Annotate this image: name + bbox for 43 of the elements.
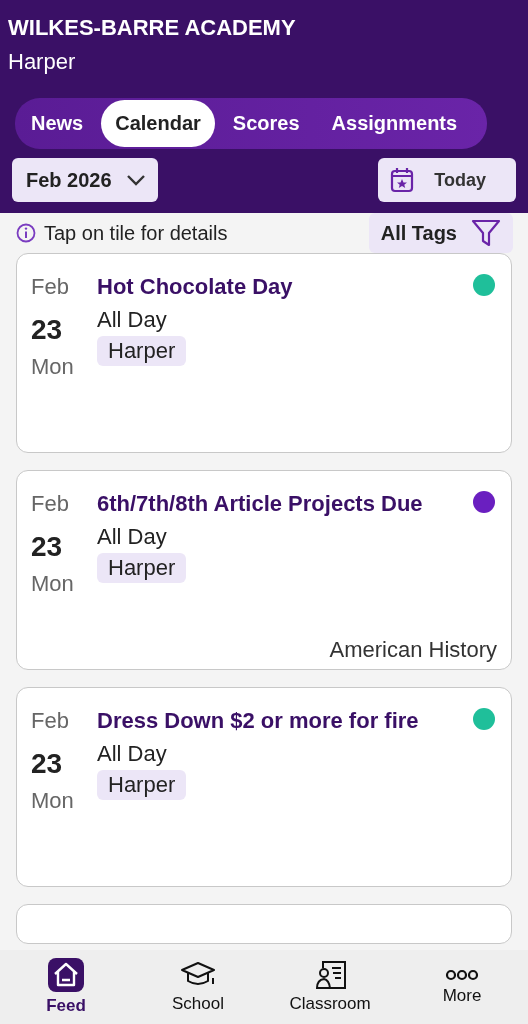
event-month: Feb	[31, 490, 69, 518]
event-time: All Day	[97, 740, 167, 768]
calendar-icon	[390, 167, 415, 193]
event-tag: Harper	[97, 553, 187, 583]
event-tag: Harper	[97, 336, 187, 366]
event-card[interactable]: Feb 23 Mon Hot Chocolate Day All Day Harper	[16, 253, 512, 453]
event-weekday: Mon	[31, 353, 74, 381]
event-title: Hot Chocolate Day	[97, 273, 293, 301]
home-icon	[48, 958, 84, 992]
tag-filter-button[interactable]: All Tags	[368, 213, 513, 253]
hint-text: Tap on tile for details	[44, 221, 228, 245]
event-card[interactable]: Feb 23 Mon 6th/7th/8th Article Projects Due All Day Harper American History	[16, 470, 512, 670]
event-day: 23	[31, 529, 63, 565]
event-tag: Harper	[97, 770, 187, 800]
school-name: WILKES-BARRE ACADEMY	[8, 14, 296, 42]
info-icon	[16, 223, 36, 243]
tab[interactable]: News	[17, 100, 98, 147]
event-month: Feb	[31, 273, 69, 301]
filter-icon	[471, 219, 501, 247]
student-name: Harper	[8, 48, 76, 76]
event-weekday: Mon	[31, 570, 74, 598]
event-day: 23	[31, 746, 63, 782]
nav-item[interactable]: More	[402, 968, 522, 1006]
event-card[interactable]: Feb 23 Mon Dress Down $2 or more for fire All Day Harper	[16, 687, 512, 887]
nav-item[interactable]: Feed	[6, 958, 126, 1016]
event-day: 23	[31, 312, 63, 348]
event-subject: American History	[329, 637, 497, 663]
tab[interactable]: Assignments	[317, 100, 472, 147]
today-button[interactable]: Today	[378, 158, 516, 202]
event-month: Feb	[31, 707, 69, 735]
month-dropdown[interactable]: Feb 2026	[12, 158, 158, 202]
event-time: All Day	[97, 306, 167, 334]
nav-item[interactable]: School	[138, 960, 258, 1014]
event-title: Dress Down $2 or more for fire	[97, 707, 419, 735]
event-title: 6th/7th/8th Article Projects Due	[97, 490, 423, 518]
chevron-down-icon	[125, 174, 146, 186]
more-icon	[445, 968, 479, 982]
teacher-board-icon	[313, 960, 347, 990]
nav-item[interactable]: Classroom	[270, 960, 390, 1014]
tab[interactable]: Scores	[218, 100, 314, 147]
event-weekday: Mon	[31, 787, 74, 815]
event-time: All Day	[97, 523, 167, 551]
tab[interactable]: Calendar	[101, 100, 215, 147]
